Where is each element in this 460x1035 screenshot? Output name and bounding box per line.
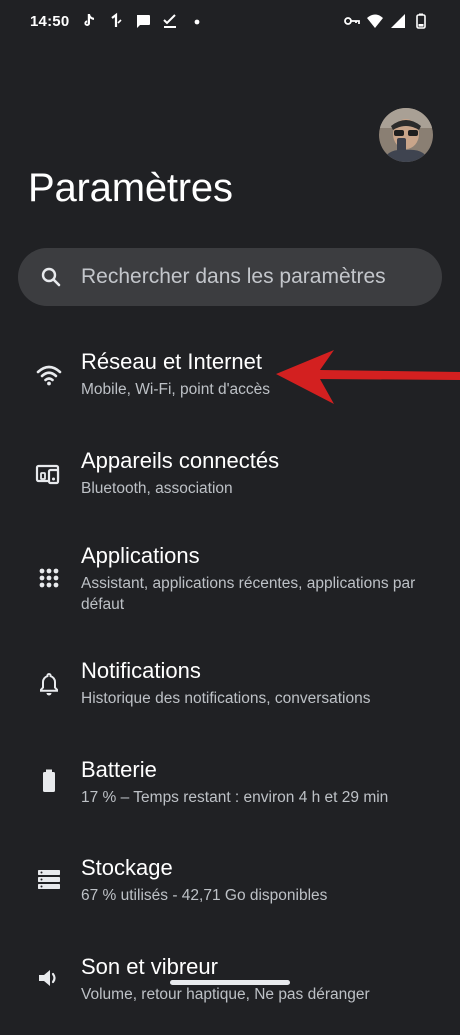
item-subtitle: Assistant, applications récentes, applic… [81, 575, 416, 613]
user-avatar-image [379, 108, 433, 162]
status-bar: 14:50 [0, 0, 460, 44]
search-bar[interactable]: Rechercher dans les paramètres [18, 248, 442, 306]
cell-signal-icon [391, 14, 405, 28]
page-title: Paramètres [28, 166, 233, 210]
item-subtitle: Volume, retour haptique, Ne pas déranger [81, 986, 370, 1003]
system-icons [343, 12, 430, 30]
settings-item-notifications[interactable]: Notifications Historique des notificatio… [0, 649, 460, 739]
connected-devices-icon [35, 460, 63, 488]
signal-one-icon [111, 12, 122, 27]
battery-icon [35, 767, 63, 795]
item-subtitle: Historique des notifications, conversati… [81, 690, 371, 707]
settings-item-storage[interactable]: Stockage 67 % utilisés - 42,71 Go dispon… [0, 846, 460, 936]
avatar[interactable] [379, 108, 433, 162]
sound-icon [35, 964, 63, 992]
status-time: 14:50 [30, 13, 70, 30]
item-title: Notifications [81, 658, 201, 683]
item-title: Stockage [81, 855, 173, 880]
item-subtitle: Bluetooth, association [81, 480, 233, 497]
settings-item-sound[interactable]: Son et vibreur Volume, retour haptique, … [0, 945, 460, 1035]
item-subtitle: 67 % utilisés - 42,71 Go disponibles [81, 887, 328, 904]
annotation-arrow-icon [276, 350, 460, 404]
item-title: Réseau et Internet [81, 349, 263, 374]
settings-item-battery[interactable]: Batterie 17 % – Temps restant : environ … [0, 748, 460, 838]
item-subtitle: 17 % – Temps restant : environ 4 h et 29… [81, 789, 389, 806]
item-title: Batterie [81, 757, 157, 782]
settings-item-applications[interactable]: Applications Assistant, applications réc… [0, 534, 460, 624]
item-title: Son et vibreur [81, 954, 218, 979]
wifi-icon [35, 361, 63, 389]
item-title: Appareils connectés [81, 448, 280, 473]
message-icon [137, 15, 150, 28]
bell-icon [35, 670, 63, 698]
notification-icons [80, 12, 206, 30]
wifi-icon [367, 14, 383, 28]
apps-grid-icon [35, 564, 63, 592]
settings-item-connected-devices[interactable]: Appareils connectés Bluetooth, associati… [0, 439, 460, 529]
key-icon [344, 17, 360, 25]
tiktok-icon [84, 14, 94, 26]
storage-icon [35, 865, 63, 893]
battery-icon [416, 13, 426, 29]
check-download-icon [163, 14, 176, 28]
item-title: Applications [81, 543, 200, 568]
search-icon [40, 266, 62, 288]
search-placeholder: Rechercher dans les paramètres [81, 265, 386, 288]
dot-icon [194, 19, 200, 25]
home-indicator[interactable] [170, 980, 290, 985]
